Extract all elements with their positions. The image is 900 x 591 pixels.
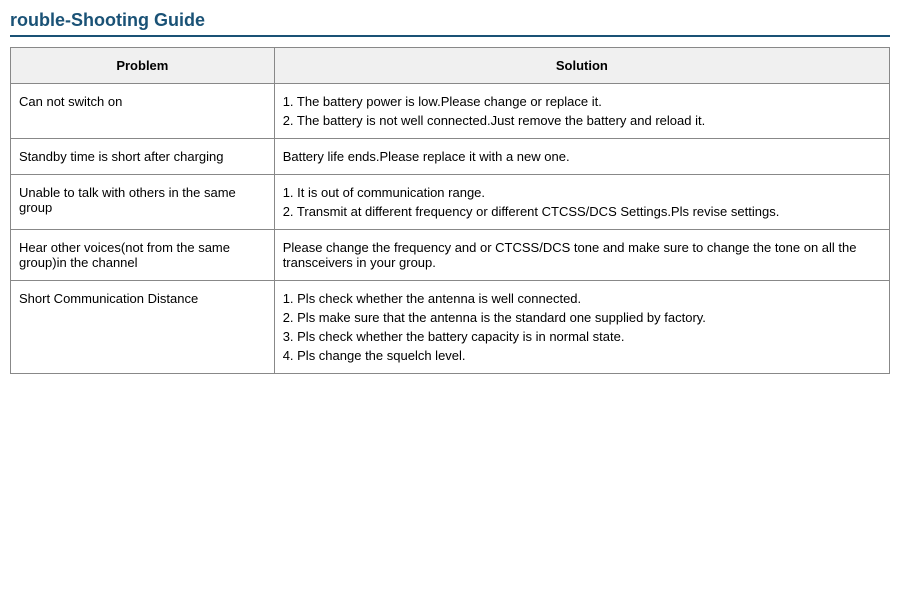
solution-header: Solution [274,48,889,84]
table-row: Can not switch on 1. The battery power is… [11,84,890,139]
problem-cell: Standby time is short after charging [11,139,275,175]
solution-cell: 1. The battery power is low.Please chang… [274,84,889,139]
table-row: Unable to talk with others in the same g… [11,175,890,230]
problem-cell: Can not switch on [11,84,275,139]
troubleshooting-table: Problem Solution Can not switch on 1. The… [10,47,890,374]
table-row: Short Communication Distance 1. Pls check… [11,281,890,374]
solution-text: 1. The battery power is low.Please chang… [283,94,881,109]
problem-header: Problem [11,48,275,84]
solution-text: 1. Pls check whether the antenna is well… [283,291,881,306]
solution-text: Battery life ends.Please replace it with… [283,149,881,164]
problem-cell: Short Communication Distance [11,281,275,374]
problem-cell: Unable to talk with others in the same g… [11,175,275,230]
table-row: Hear other voices(not from the same grou… [11,230,890,281]
solution-text: 3. Pls check whether the battery capacit… [283,329,881,344]
table-row: Standby time is short after charging Batt… [11,139,890,175]
solution-cell: 1. Pls check whether the antenna is well… [274,281,889,374]
solution-text: 4. Pls change the squelch level. [283,348,881,363]
solution-text: 2. The battery is not well connected.Jus… [283,113,881,128]
solution-text: 2. Transmit at different frequency or di… [283,204,881,219]
solution-text: Please change the frequency and or CTCSS… [283,240,881,270]
solution-text: 2. Pls make sure that the antenna is the… [283,310,881,325]
solution-cell: Please change the frequency and or CTCSS… [274,230,889,281]
problem-cell: Hear other voices(not from the same grou… [11,230,275,281]
solution-text: 1. It is out of communication range. [283,185,881,200]
solution-cell: Battery life ends.Please replace it with… [274,139,889,175]
page-title: rouble-Shooting Guide [10,10,890,37]
solution-cell: 1. It is out of communication range. 2. T… [274,175,889,230]
